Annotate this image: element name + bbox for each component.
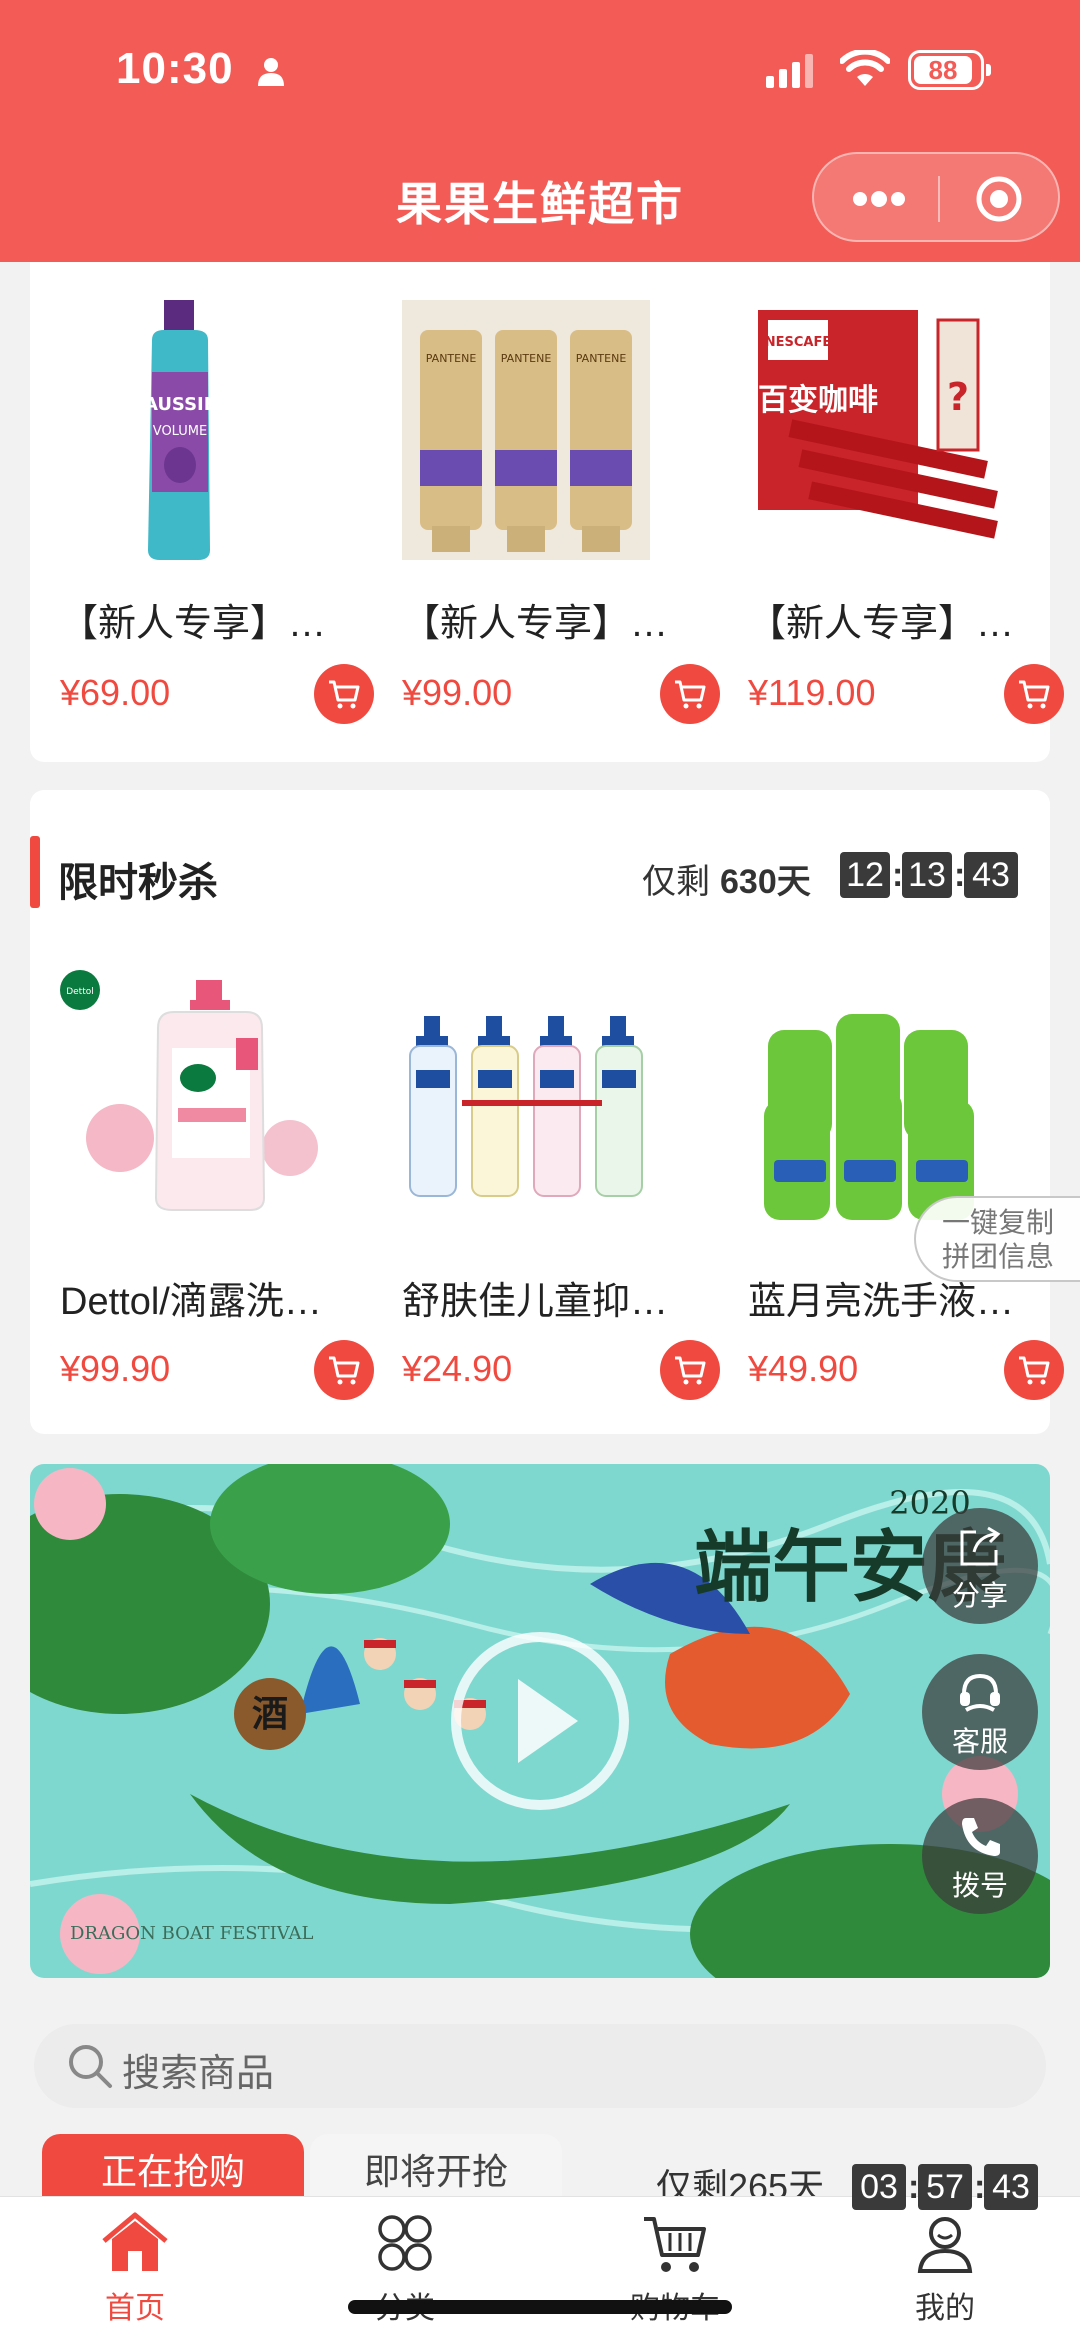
cart-icon — [1019, 680, 1050, 709]
share-button[interactable]: 分享 — [922, 1508, 1038, 1624]
countdown-seconds: 43 — [964, 852, 1018, 898]
svg-text:PANTENE: PANTENE — [576, 352, 627, 365]
group-countdown-seconds: 43 — [984, 2164, 1038, 2210]
close-miniprogram-icon[interactable] — [974, 174, 1024, 224]
remaining-prefix: 仅剩 — [642, 863, 710, 901]
jar-text: 酒 — [252, 1693, 288, 1735]
nav-home[interactable]: 首页 — [0, 2197, 270, 2339]
nav-profile[interactable]: 我的 — [810, 2197, 1080, 2339]
profile-icon — [917, 2217, 973, 2273]
copy-tab-line1: 一键复制 — [941, 1207, 1054, 1238]
phone-icon — [962, 1818, 1000, 1856]
category-icon — [378, 2215, 432, 2271]
product-price: ¥119.00 — [748, 672, 876, 713]
svg-text:VOLUME: VOLUME — [153, 424, 207, 439]
group-countdown-minutes: 57 — [918, 2164, 972, 2210]
top-header: 10:30 88 果果生鲜超市 — [0, 0, 1080, 262]
bottom-tab-bar: 首页 分类 购物车 我的 — [0, 2196, 1080, 2339]
copy-group-info-button[interactable]: 一键复制 拼团信息 — [914, 1196, 1080, 1282]
add-to-cart-button[interactable] — [314, 664, 374, 724]
nav-profile-label: 我的 — [915, 2292, 975, 2325]
home-icon — [102, 2212, 168, 2271]
svg-text:PANTENE: PANTENE — [501, 352, 552, 365]
product-image-aussie: AUSSIE VOLUME — [60, 300, 316, 560]
product-name[interactable]: 舒肤佳儿童抑菌洗手液 — [402, 1270, 692, 1325]
new-user-products-card: AUSSIE VOLUME 【新人专享】Aussie洗发水 ¥69.00 PAN… — [30, 262, 1064, 762]
add-to-cart-button[interactable] — [1004, 664, 1064, 724]
product-price: ¥99.00 — [402, 672, 513, 713]
person-icon — [258, 58, 284, 86]
cart-icon — [675, 1356, 706, 1385]
banner-english: DRAGON BOAT FESTIVAL — [70, 1923, 314, 1944]
cart-icon — [329, 1356, 360, 1385]
product-name[interactable]: Dettol/滴露洗手液 — [60, 1270, 350, 1325]
customer-service-button[interactable]: 客服 — [922, 1654, 1038, 1770]
product-image-nescafe: NESCAFE 百变咖啡 ? — [748, 300, 1004, 560]
group-countdown-hours: 03 — [852, 2164, 906, 2210]
product-price: ¥49.90 — [748, 1348, 859, 1389]
status-time: 10:30 — [116, 44, 234, 93]
product-price: ¥24.90 — [402, 1348, 513, 1389]
product-price: ¥69.00 — [60, 672, 171, 713]
battery-icon: 88 — [908, 50, 991, 90]
product-name[interactable]: 【新人专享】雀巢咖啡 — [748, 592, 1038, 647]
cart-icon — [675, 680, 706, 709]
cart-icon — [644, 2217, 706, 2272]
cart-icon — [329, 680, 360, 709]
nav-home-label: 首页 — [105, 2292, 165, 2325]
svg-text:NESCAFE: NESCAFE — [765, 335, 832, 350]
search-icon — [69, 2045, 112, 2088]
svg-text:AUSSIE: AUSSIE — [144, 394, 216, 415]
status-bar: 10:30 88 — [0, 44, 1080, 104]
flash-sale-header: 限时秒杀 仅剩 630天 12 : 13 : 43 — [30, 818, 1050, 908]
share-icon — [960, 1526, 1001, 1566]
countdown-minutes: 13 — [902, 852, 952, 898]
search-bar[interactable]: 搜索商品 — [34, 2024, 1046, 2108]
flash-sale-card: 限时秒杀 仅剩 630天 12 : 13 : 43 Dettol Dettol/滴… — [30, 790, 1064, 1434]
add-to-cart-button[interactable] — [314, 1340, 374, 1400]
more-icon[interactable] — [852, 190, 906, 208]
headset-icon — [960, 1673, 1000, 1712]
product-image-safeguard — [402, 1010, 662, 1230]
copy-tab-line2: 拼团信息 — [941, 1241, 1054, 1272]
dragon-boat-banner[interactable]: 酒 端午安康 2020 DRAGON BOAT FESTIVAL — [30, 1464, 1050, 1978]
product-name[interactable]: 【新人专享】潘婷护发素 — [402, 592, 692, 647]
svg-text:PANTENE: PANTENE — [426, 352, 477, 365]
cart-icon — [1019, 1356, 1050, 1385]
miniprogram-capsule[interactable] — [812, 152, 1060, 242]
add-to-cart-button[interactable] — [660, 664, 720, 724]
product-image-dettol: Dettol — [60, 968, 330, 1228]
home-indicator — [348, 2300, 732, 2314]
dial-label: 拨号 — [951, 1870, 1008, 1901]
section-title: 限时秒杀 — [58, 861, 218, 905]
battery-level: 88 — [914, 56, 972, 84]
wifi-icon — [840, 50, 890, 86]
dial-button[interactable]: 拨号 — [922, 1798, 1038, 1914]
svg-text:百变咖啡: 百变咖啡 — [758, 383, 878, 418]
nav-cart[interactable]: 购物车 — [540, 2197, 810, 2339]
add-to-cart-button[interactable] — [1004, 1340, 1064, 1400]
product-price: ¥99.90 — [60, 1348, 171, 1389]
remaining-time-label: 仅剩 630天 — [642, 854, 811, 903]
remaining-days: 630天 — [720, 863, 811, 901]
svg-text:Dettol: Dettol — [66, 987, 94, 997]
nav-category[interactable]: 分类 — [270, 2197, 540, 2339]
banner-illustration: 酒 端午安康 2020 DRAGON BOAT FESTIVAL — [30, 1464, 1050, 1978]
section-accent-bar — [30, 836, 40, 908]
signal-icon — [766, 54, 813, 88]
countdown-hours: 12 — [840, 852, 890, 898]
add-to-cart-button[interactable] — [660, 1340, 720, 1400]
search-placeholder[interactable]: 搜索商品 — [122, 2042, 274, 2097]
product-image-pantene: PANTENE PANTENE PANTENE — [402, 300, 650, 560]
product-name[interactable]: 【新人专享】Aussie洗发水 — [60, 592, 350, 647]
customer-service-label: 客服 — [951, 1726, 1008, 1757]
svg-text:?: ? — [947, 375, 969, 419]
share-label: 分享 — [951, 1580, 1008, 1611]
